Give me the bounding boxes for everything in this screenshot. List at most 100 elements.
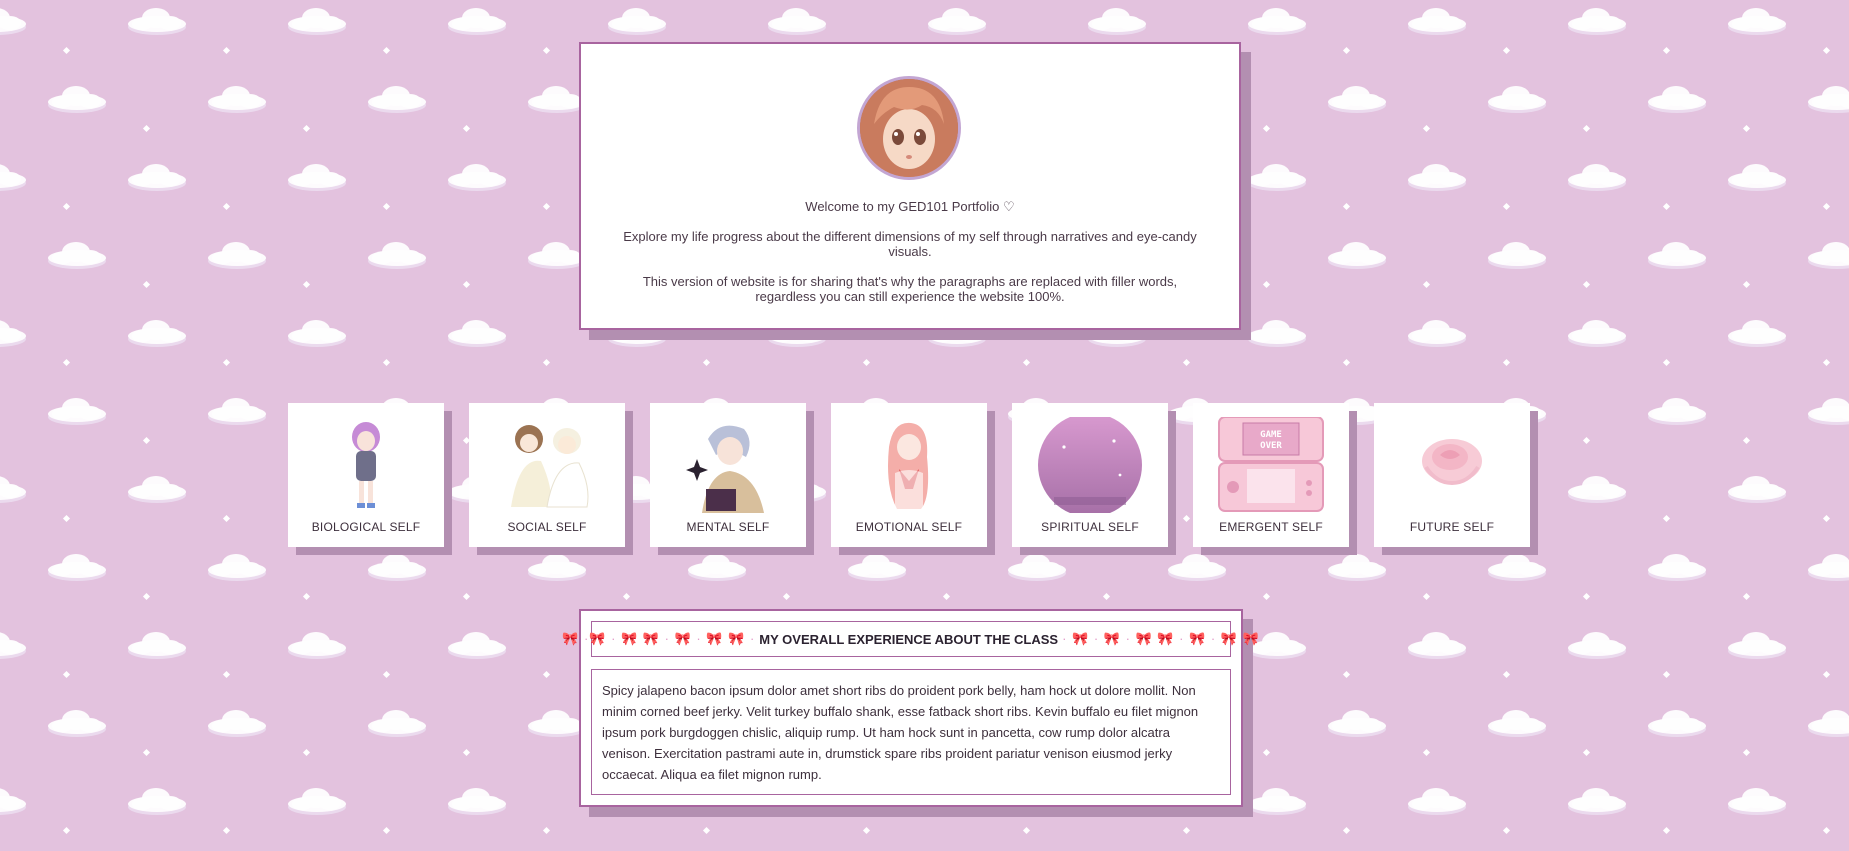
sparkle-icon (142, 436, 151, 445)
sparkle-icon (1502, 46, 1511, 55)
sparkle-icon (1262, 124, 1271, 133)
sparkle-icon (1342, 358, 1351, 367)
sparkle-icon (1022, 826, 1031, 835)
sparkle-icon (1742, 436, 1751, 445)
tile-spiritual-self[interactable]: SPIRITUAL SELF (1012, 403, 1168, 547)
sparkle-icon (1742, 124, 1751, 133)
sparkle-icon (1342, 670, 1351, 679)
biological-self-chibi-icon (352, 422, 380, 508)
cloud-icon (1720, 476, 1794, 502)
cloud-icon (200, 554, 274, 580)
social-self-friends-icon (511, 425, 589, 508)
sparkle-icon (142, 280, 151, 289)
cloud-icon (360, 242, 434, 268)
cloud-icon (760, 8, 834, 34)
cloud-icon (0, 632, 34, 658)
future-self-rose-icon (1422, 439, 1482, 486)
sparkle-icon (1662, 826, 1671, 835)
welcome-text: Welcome to my GED101 Portfolio ♡ (805, 199, 1015, 214)
sparkle-icon (942, 592, 951, 601)
sparkle-icon (542, 202, 551, 211)
tile-biological-self[interactable]: BIOLOGICAL SELF (288, 403, 444, 547)
cloud-icon (1720, 788, 1794, 814)
cloud-icon (440, 320, 514, 346)
cloud-icon (1320, 86, 1394, 112)
cloud-icon (200, 398, 274, 424)
tile-emergent-self[interactable]: GAME OVER EMERGENT SELF (1193, 403, 1349, 547)
cloud-icon (280, 164, 354, 190)
emergent-self-game-console-icon: GAME OVER (1218, 417, 1324, 512)
cloud-icon (1240, 164, 1314, 190)
cloud-icon (1640, 242, 1714, 268)
cloud-icon (1720, 320, 1794, 346)
cloud-icon (680, 554, 754, 580)
tile-social-self[interactable]: SOCIAL SELF (469, 403, 625, 547)
cloud-icon (280, 632, 354, 658)
sparkle-icon (1742, 748, 1751, 757)
cloud-icon (1560, 476, 1634, 502)
sparkle-icon (1822, 826, 1831, 835)
cloud-icon (1640, 86, 1714, 112)
sparkle-icon (382, 826, 391, 835)
sparkle-icon (1262, 748, 1271, 757)
sparkle-icon (62, 46, 71, 55)
sparkle-icon (1422, 592, 1431, 601)
cloud-icon (1160, 554, 1234, 580)
sparkle-icon (382, 358, 391, 367)
cloud-icon (200, 242, 274, 268)
sparkle-icon (142, 592, 151, 601)
cloud-icon (840, 554, 914, 580)
tile-label: SOCIAL SELF (507, 520, 587, 534)
sparkle-icon (542, 826, 551, 835)
sparkle-icon (1662, 514, 1671, 523)
tile-label: SPIRITUAL SELF (1041, 520, 1139, 534)
sparkle-icon (302, 280, 311, 289)
intro-panel: Welcome to my GED101 Portfolio ♡ Explore… (579, 42, 1241, 330)
cloud-icon (1800, 242, 1849, 268)
cloud-icon (1320, 242, 1394, 268)
sparkle-icon (702, 358, 711, 367)
sparkle-icon (1342, 202, 1351, 211)
cloud-icon (0, 8, 34, 34)
sparkle-icon (862, 826, 871, 835)
cloud-icon (1400, 320, 1474, 346)
cloud-icon (920, 8, 994, 34)
sparkle-icon (1662, 46, 1671, 55)
sparkle-icon (1502, 358, 1511, 367)
sparkle-icon (462, 592, 471, 601)
cloud-icon (1400, 632, 1474, 658)
note-text: This version of website is for sharing t… (642, 274, 1178, 304)
sparkle-icon (542, 358, 551, 367)
sparkle-icon (1822, 202, 1831, 211)
sparkle-icon (462, 124, 471, 133)
cloud-icon (1240, 320, 1314, 346)
tile-emotional-self[interactable]: EMOTIONAL SELF (831, 403, 987, 547)
sparkle-icon (862, 358, 871, 367)
sparkle-icon (62, 358, 71, 367)
cloud-icon (1560, 164, 1634, 190)
cloud-icon (1720, 164, 1794, 190)
cloud-icon (0, 320, 34, 346)
sparkle-icon (1582, 592, 1591, 601)
cloud-icon (360, 86, 434, 112)
sparkle-icon (1582, 280, 1591, 289)
cloud-icon (440, 788, 514, 814)
tile-label: EMERGENT SELF (1219, 520, 1323, 534)
sparkle-icon (1182, 826, 1191, 835)
sparkle-icon (222, 514, 231, 523)
sparkle-icon (382, 670, 391, 679)
sparkle-icon (302, 124, 311, 133)
tile-future-self[interactable]: FUTURE SELF (1374, 403, 1530, 547)
sparkle-icon (62, 826, 71, 835)
sparkle-icon (1342, 826, 1351, 835)
sparkle-icon (1822, 670, 1831, 679)
sparkle-icon (1822, 514, 1831, 523)
avatar (857, 76, 961, 180)
cloud-icon (1480, 242, 1554, 268)
cloud-icon (120, 320, 194, 346)
tile-mental-self[interactable]: MENTAL SELF (650, 403, 806, 547)
cloud-icon (1560, 632, 1634, 658)
sparkle-icon (1182, 358, 1191, 367)
sparkle-icon (1262, 280, 1271, 289)
cloud-icon (0, 788, 34, 814)
